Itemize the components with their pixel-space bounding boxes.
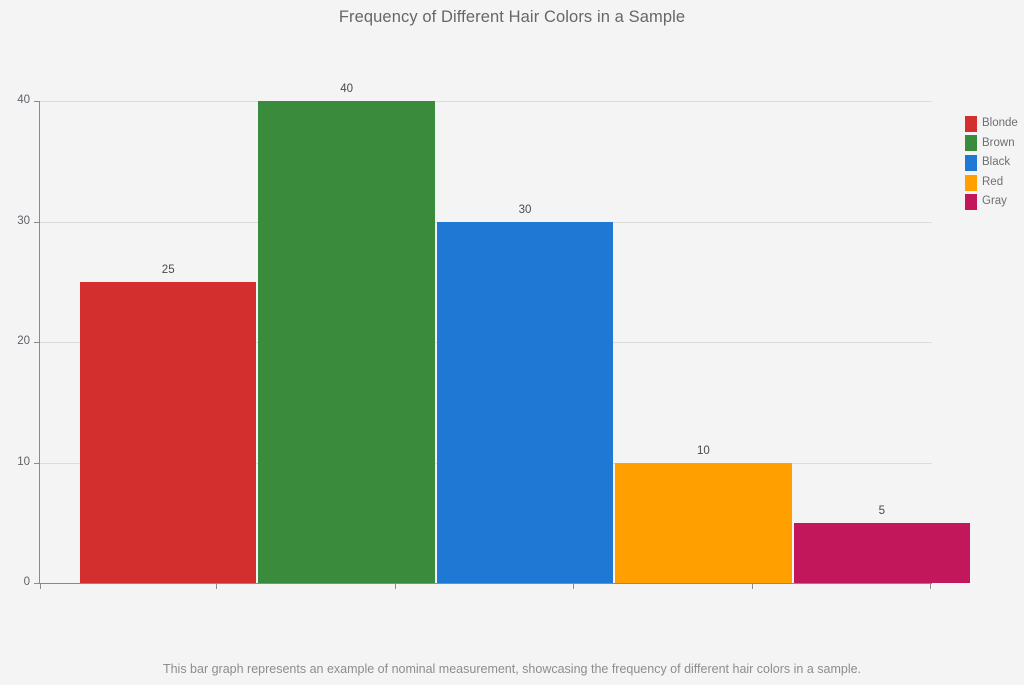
y-tick-mark — [34, 462, 40, 464]
y-tick-label: 10 — [17, 455, 30, 468]
chart-legend: Blonde Brown Black Red Gray — [965, 114, 1024, 212]
y-tick-mark — [34, 101, 40, 102]
y-tick-mark — [34, 221, 40, 223]
bar-blonde[interactable] — [80, 281, 257, 583]
legend-label: Brown — [982, 136, 1015, 149]
y-axis: 0 10 20 30 40 — [0, 0, 30, 685]
bar-chart-figure: Frequency of Different Hair Colors in a … — [0, 0, 1024, 685]
bar-value-label: 30 — [518, 203, 532, 216]
y-tick-label: 30 — [17, 214, 30, 227]
y-tick-label: 20 — [17, 335, 30, 347]
bar-value-label: 5 — [878, 504, 885, 517]
x-tick-mark — [930, 584, 931, 589]
gridline — [40, 101, 932, 102]
x-tick-mark — [216, 584, 217, 589]
legend-label: Black — [982, 156, 1011, 169]
bar-red[interactable] — [615, 462, 792, 583]
legend-item-blonde[interactable]: Blonde — [965, 114, 1024, 134]
x-tick-mark — [395, 584, 396, 589]
bar-value-label: 40 — [340, 83, 353, 95]
x-axis-line — [39, 583, 932, 584]
y-tick-label: 40 — [17, 94, 30, 106]
bar-gray[interactable] — [793, 522, 970, 583]
legend-swatch-icon — [965, 115, 977, 132]
legend-label: Red — [982, 175, 1004, 188]
bar-value-label: 25 — [161, 263, 175, 276]
chart-caption: This bar graph represents an example of … — [162, 662, 862, 676]
x-tick-mark — [573, 584, 574, 589]
legend-item-gray[interactable]: Gray — [965, 192, 1024, 212]
legend-item-brown[interactable]: Brown — [965, 134, 1024, 154]
legend-item-black[interactable]: Black — [965, 153, 1024, 173]
chart-title: Frequency of Different Hair Colors in a … — [338, 8, 686, 26]
legend-swatch-icon — [965, 174, 977, 191]
legend-label: Blonde — [982, 117, 1018, 130]
bar-black[interactable] — [436, 221, 614, 583]
legend-swatch-icon — [965, 194, 977, 211]
y-tick-label: 0 — [23, 576, 30, 588]
legend-swatch-icon — [965, 135, 977, 152]
plot-area: 25 40 30 10 5 — [40, 83, 970, 583]
x-tick-mark — [752, 584, 753, 589]
legend-label: Gray — [982, 195, 1007, 208]
bar-value-label: 10 — [696, 444, 710, 457]
bar-brown[interactable] — [258, 101, 435, 583]
y-tick-mark — [34, 342, 40, 343]
legend-item-red[interactable]: Red — [965, 173, 1024, 193]
legend-swatch-icon — [965, 154, 977, 171]
x-tick-mark — [40, 584, 41, 589]
